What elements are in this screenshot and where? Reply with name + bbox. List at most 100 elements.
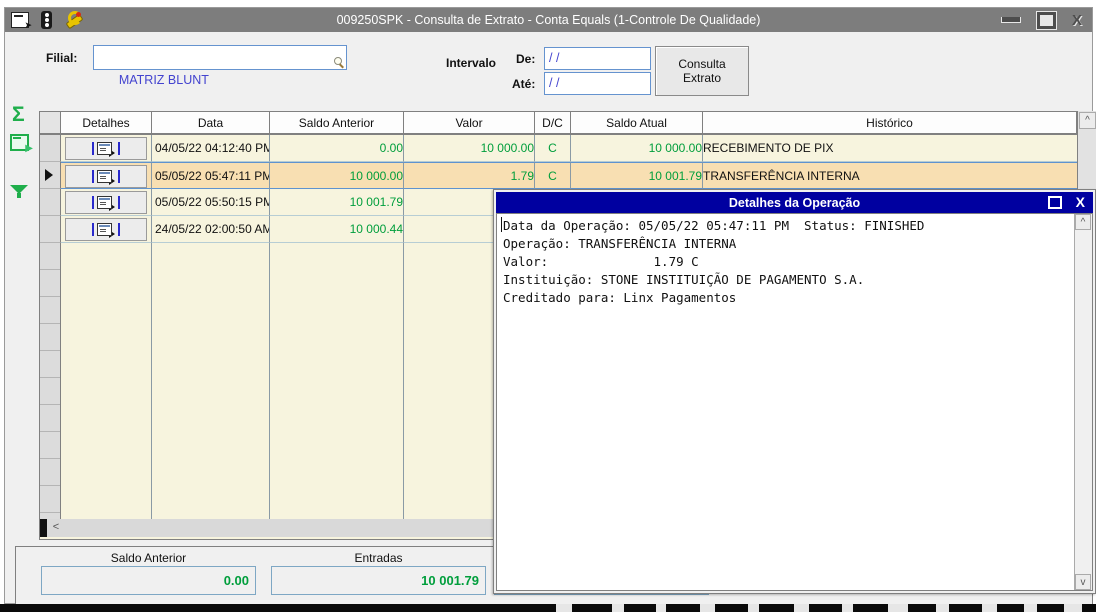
saldo-anterior-cell[interactable]: 10 000.44 xyxy=(270,216,404,243)
dialog-body[interactable]: Data da Operação: 05/05/22 05:47:11 PM S… xyxy=(496,213,1093,591)
taskbar-segment xyxy=(888,604,908,612)
titlebar[interactable]: 009250SPK - Consulta de Extrato - Conta … xyxy=(5,8,1092,32)
detalhes-cell[interactable] xyxy=(61,135,152,162)
operation-line: Operação: TRANSFERÊNCIA INTERNA xyxy=(503,236,737,251)
export-form-icon[interactable] xyxy=(11,12,32,31)
dialog-maximize-button[interactable] xyxy=(1047,195,1062,209)
window-title: 009250SPK - Consulta de Extrato - Conta … xyxy=(336,13,761,27)
export-row-icon[interactable] xyxy=(10,134,33,154)
intervalo-label: Intervalo xyxy=(446,56,497,70)
detalhes-button[interactable] xyxy=(65,137,147,160)
maximize-button[interactable] xyxy=(1035,10,1057,30)
dc-cell[interactable]: C xyxy=(535,162,571,189)
filial-input[interactable]: MATRIZ BLUNT xyxy=(93,45,347,87)
data-cell[interactable]: 05/05/22 05:50:15 PM xyxy=(152,189,270,216)
valor-cell[interactable]: 10 000.00 xyxy=(404,135,535,162)
taskbar-segment xyxy=(936,604,949,612)
saldo-atual-cell[interactable]: 10 000.00 xyxy=(571,135,703,162)
filial-value: MATRIZ BLUNT xyxy=(118,73,209,87)
filter-funnel-icon[interactable] xyxy=(10,183,28,199)
taskbar-segment xyxy=(794,604,809,612)
details-window-icon xyxy=(97,223,112,236)
historico-cell[interactable]: TRANSFERÊNCIA INTERNA xyxy=(703,162,1078,189)
consulta-extrato-button[interactable]: Consulta Extrato xyxy=(655,46,749,96)
traffic-light-icon[interactable] xyxy=(41,11,52,29)
ate-input[interactable]: / / xyxy=(544,72,651,95)
header-valor[interactable]: Valor xyxy=(404,112,535,135)
ate-label: Até: xyxy=(512,77,536,91)
entradas-total-label: Entradas xyxy=(354,551,403,565)
header-detalhes[interactable]: Detalhes xyxy=(61,112,152,135)
dialog-vertical-scrollbar[interactable]: ^ v xyxy=(1074,214,1092,590)
taskbar-segment xyxy=(982,604,997,612)
details-window-icon xyxy=(97,170,112,183)
sigma-icon[interactable]: Σ xyxy=(12,104,25,125)
row-selector[interactable] xyxy=(40,135,61,162)
detalhes-button[interactable] xyxy=(65,191,147,214)
operation-line: Data da Operação: 05/05/22 05:47:11 PM S… xyxy=(503,218,925,233)
saldo-atual-cell[interactable]: 10 001.79 xyxy=(571,162,703,189)
header-saldo-atual[interactable]: Saldo Atual xyxy=(571,112,703,135)
saldo-anterior-cell[interactable]: 0.00 xyxy=(270,135,404,162)
saldo-anterior-total-label: Saldo Anterior xyxy=(110,551,187,565)
current-row-marker-icon xyxy=(45,169,53,181)
historico-cell[interactable]: RECEBIMENTO DE PIX xyxy=(703,135,1078,162)
search-icon[interactable] xyxy=(334,57,344,69)
taskbar-segment xyxy=(842,604,853,612)
taskbar-segment xyxy=(612,604,624,612)
minimize-button[interactable] xyxy=(1000,17,1021,23)
dialog-title: Detalhes da Operação xyxy=(728,195,861,210)
row-selector-current[interactable] xyxy=(40,162,61,189)
titlebar-icons xyxy=(11,10,84,31)
data-cell[interactable]: 24/05/22 02:00:50 AM xyxy=(152,216,270,243)
row-selector-empty xyxy=(40,243,61,537)
data-cell[interactable]: 04/05/22 04:12:40 PM xyxy=(152,135,270,162)
row-selector[interactable] xyxy=(40,189,61,216)
details-window-icon xyxy=(97,196,112,209)
table-row[interactable]: 04/05/22 04:12:40 PM 0.00 10 000.00 C 10… xyxy=(61,135,1078,162)
taskbar-segment xyxy=(1064,604,1082,612)
dc-cell[interactable]: C xyxy=(535,135,571,162)
de-input[interactable]: / / xyxy=(544,47,651,70)
saldo-anterior-cell[interactable]: 10 000.00 xyxy=(270,162,404,189)
valor-cell[interactable]: 1.79 xyxy=(404,162,535,189)
row-selector[interactable] xyxy=(40,216,61,243)
taskbar-segment xyxy=(656,604,666,612)
entradas-total-field: 10 001.79 xyxy=(271,566,486,595)
operation-line: Valor: 1.79 C xyxy=(503,254,699,269)
dialog-titlebar[interactable]: Detalhes da Operação X xyxy=(496,192,1093,213)
taskbar-segment xyxy=(1024,604,1037,612)
operation-line: Instituição: STONE INSTITUIÇÃO DE PAGAME… xyxy=(503,272,865,287)
scroll-up-icon[interactable]: ^ xyxy=(1075,214,1091,230)
scroll-down-icon[interactable]: v xyxy=(1075,574,1091,590)
taskbar-segment xyxy=(748,604,759,612)
de-label: De: xyxy=(516,52,536,66)
table-row-selected[interactable]: 05/05/22 05:47:11 PM 10 000.00 1.79 C 10… xyxy=(61,162,1078,189)
details-window-icon xyxy=(97,142,112,155)
dialog-close-button[interactable]: X xyxy=(1076,195,1085,209)
header-dc[interactable]: D/C xyxy=(535,112,571,135)
data-cell[interactable]: 05/05/22 05:47:11 PM xyxy=(152,162,270,189)
header-saldo-anterior[interactable]: Saldo Anterior xyxy=(270,112,404,135)
wrench-icon[interactable] xyxy=(64,11,84,30)
detalhes-button[interactable] xyxy=(65,218,147,241)
saldo-anterior-total-field: 0.00 xyxy=(41,566,256,595)
taskbar-strip xyxy=(0,604,1096,612)
detalhes-operacao-dialog: Detalhes da Operação X Data da Operação:… xyxy=(493,189,1096,594)
close-button[interactable]: X xyxy=(1072,12,1082,29)
detalhes-button[interactable] xyxy=(65,165,147,188)
saldo-anterior-cell[interactable]: 10 001.79 xyxy=(270,189,404,216)
scroll-up-icon[interactable]: ^ xyxy=(1079,112,1096,129)
scroll-left-icon[interactable]: < xyxy=(47,519,65,537)
detalhes-cell[interactable] xyxy=(61,216,152,243)
taskbar-segment xyxy=(556,604,572,612)
detalhes-cell[interactable] xyxy=(61,189,152,216)
header-historico[interactable]: Histórico xyxy=(703,112,1077,135)
screen: 009250SPK - Consulta de Extrato - Conta … xyxy=(0,0,1096,612)
filial-label: Filial: xyxy=(46,51,78,65)
header-data[interactable]: Data xyxy=(152,112,270,135)
operation-line: Creditado para: Linx Pagamentos xyxy=(503,290,737,305)
grid-corner xyxy=(40,112,61,135)
scrollbar-splitter[interactable] xyxy=(40,519,47,537)
detalhes-cell[interactable] xyxy=(61,162,152,189)
